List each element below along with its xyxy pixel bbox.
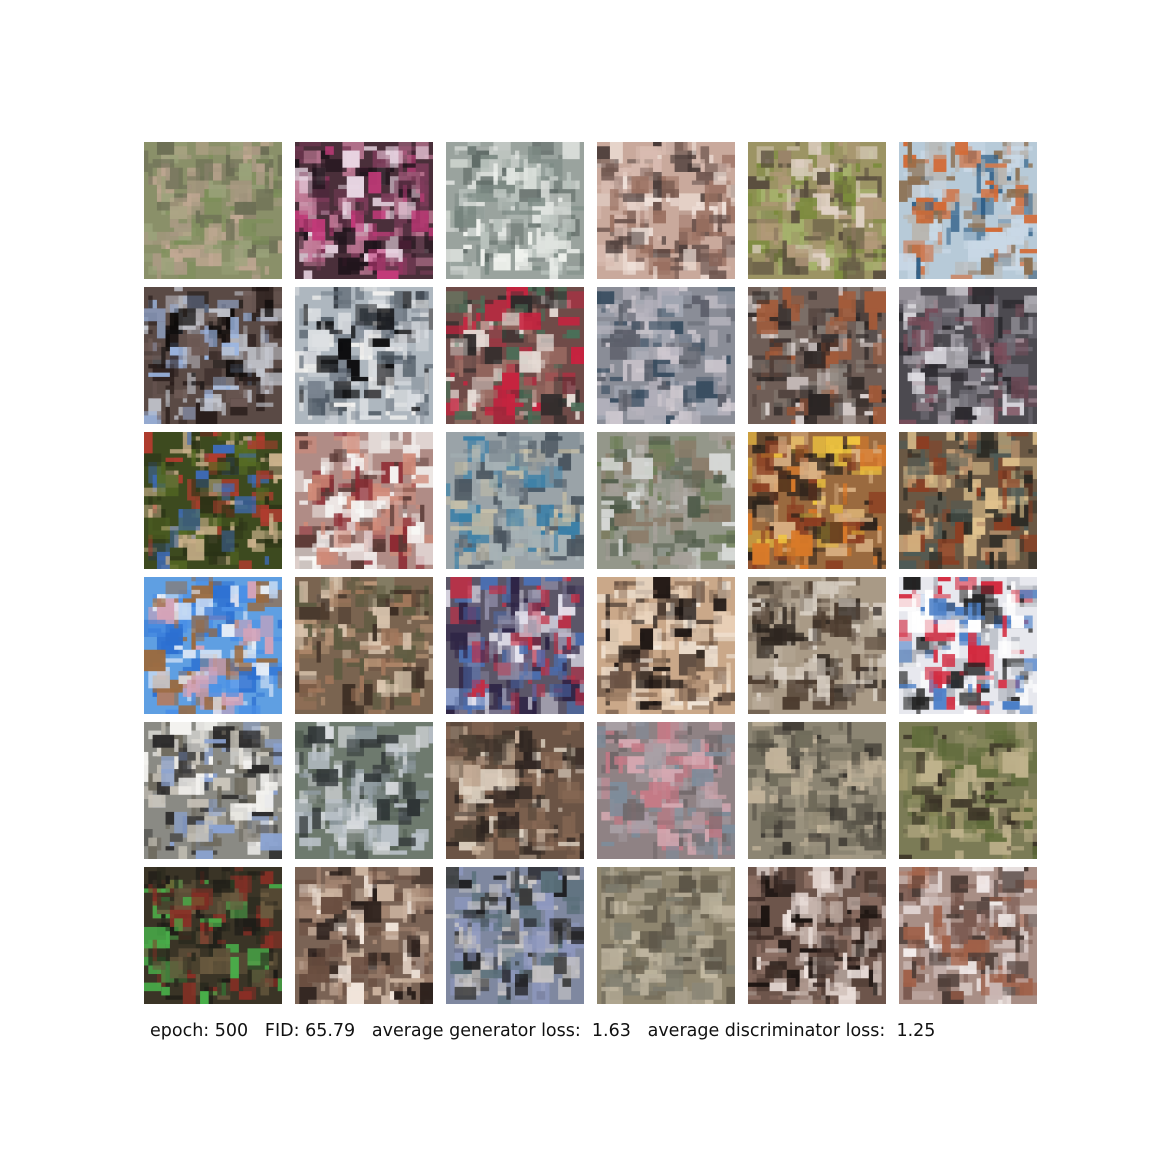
sample-image-grass-speck [597, 867, 735, 1004]
fid-label: FID: [264, 1021, 300, 1041]
sample-image-white-dog [144, 722, 282, 859]
sample-image-deer-field [748, 722, 886, 859]
sample-image-dark-green [144, 867, 282, 1004]
metrics-caption: epoch: 500 FID: 65.79 average generator … [150, 1021, 935, 1041]
epoch-label: epoch: [150, 1021, 210, 1041]
sample-image-brown-deer [295, 577, 433, 714]
sample-image-brown-horse [446, 722, 584, 859]
generator-loss-label: average generator loss: [371, 1021, 581, 1041]
sample-image-colorful-truck [446, 577, 584, 714]
sample-image-ostrich [748, 577, 886, 714]
sample-image-red-car [446, 287, 584, 424]
sample-image-dark-figure [144, 287, 282, 424]
sample-image-blue-bird [144, 577, 282, 714]
epoch-value: 500 [214, 1021, 249, 1041]
sample-image-red-car-2 [899, 577, 1037, 714]
sample-image-pink-speckle [597, 722, 735, 859]
sample-image-blue-landscape [446, 867, 584, 1004]
sample-image-deer-grass [899, 722, 1037, 859]
sample-image-gray-gravel [597, 287, 735, 424]
sample-image-horse-dark [597, 577, 735, 714]
sample-image-gray-truck [295, 722, 433, 859]
sample-grid [144, 142, 1038, 1004]
sample-image-dark-gray-animal [899, 287, 1037, 424]
discriminator-loss-value: 1.25 [896, 1021, 936, 1041]
sample-image-green-frog [144, 432, 282, 569]
sample-image-green-blur [597, 432, 735, 569]
fid-value: 65.79 [305, 1021, 356, 1041]
sample-image-brown-cat [899, 432, 1037, 569]
discriminator-loss-label: average discriminator loss: [647, 1021, 886, 1041]
sample-image-sky-ship [899, 142, 1037, 279]
sample-image-orange-dog [748, 432, 886, 569]
sample-image-foliage-blur [144, 142, 282, 279]
sample-image-dark-floral [295, 142, 433, 279]
sample-image-gray-scene [446, 142, 584, 279]
sample-image-grey-ocean [295, 287, 433, 424]
sample-image-dark-horse [748, 867, 886, 1004]
generator-loss-value: 1.63 [591, 1021, 631, 1041]
sample-image-red-white [295, 432, 433, 569]
sample-image-white-cat [899, 867, 1037, 1004]
sample-image-brown-dog-face [295, 867, 433, 1004]
sample-image-bird-grass [748, 142, 886, 279]
sample-image-bird-brown [748, 287, 886, 424]
sample-image-sea-horizon [446, 432, 584, 569]
sample-image-cat-like [597, 142, 735, 279]
